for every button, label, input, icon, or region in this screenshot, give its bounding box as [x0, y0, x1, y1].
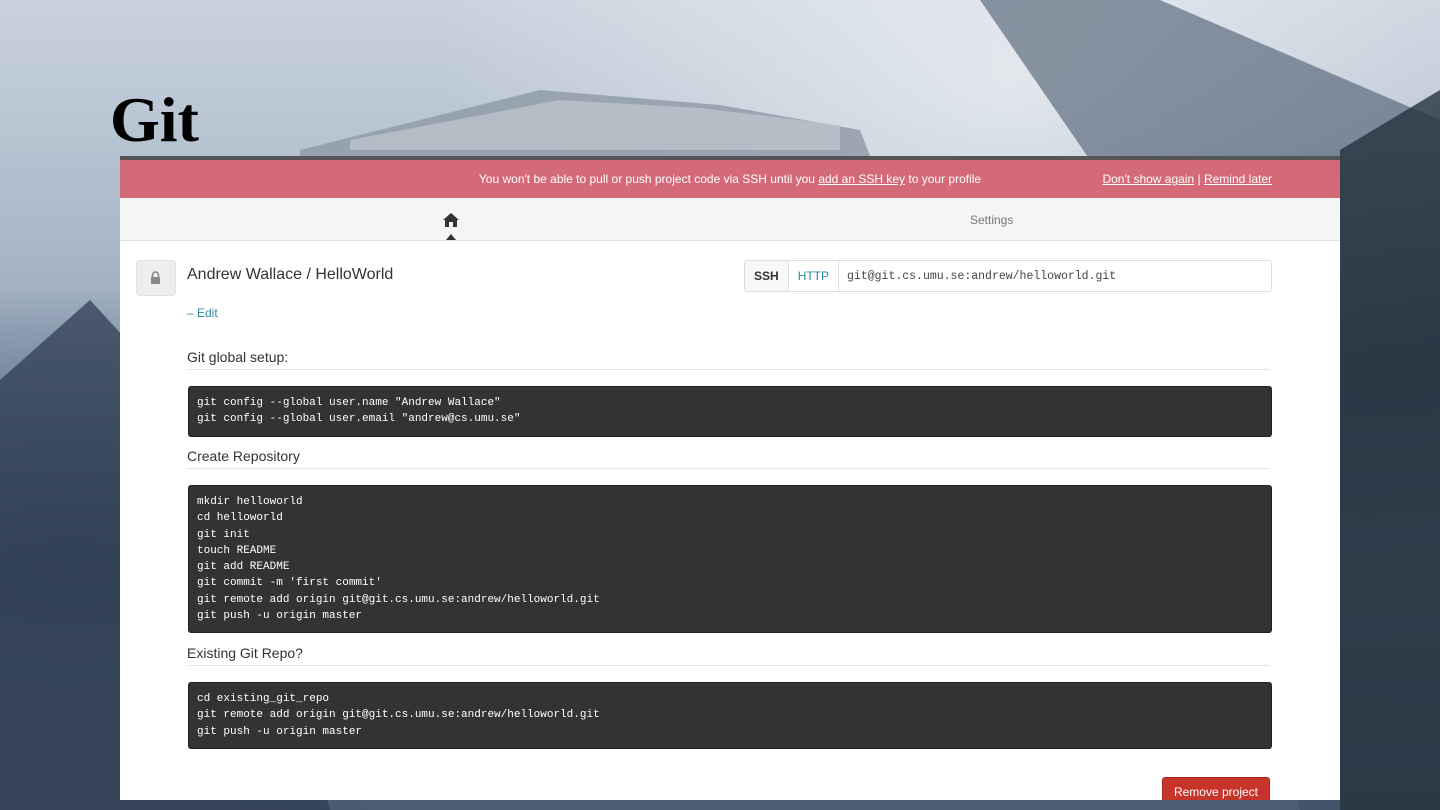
section-heading-existing-repo: Existing Git Repo? [187, 645, 1270, 666]
section-heading-global-setup: Git global setup: [187, 349, 1270, 370]
code-block-existing-repo: cd existing_git_repo git remote add orig… [188, 682, 1272, 749]
slide-title: Git [110, 84, 199, 155]
tab-settings[interactable]: Settings [970, 213, 1013, 227]
alert-text-after: to your profile [908, 172, 982, 186]
clone-url-group: SSH HTTP [744, 260, 1272, 292]
active-tab-caret [446, 234, 456, 240]
remind-later-link[interactable]: Remind later [1204, 172, 1272, 186]
project-navbar: Settings [120, 198, 1340, 241]
project-panel: You won't be able to pull or push projec… [120, 156, 1340, 800]
ssh-key-alert: You won't be able to pull or push projec… [120, 160, 1340, 198]
edit-link[interactable]: – Edit [187, 306, 218, 320]
dont-show-again-link[interactable]: Don't show again [1102, 172, 1194, 186]
home-icon[interactable] [442, 212, 460, 228]
alert-actions: Don't show again | Remind later [1102, 172, 1272, 186]
ssh-toggle-button[interactable]: SSH [745, 261, 789, 291]
http-toggle-button[interactable]: HTTP [789, 261, 840, 291]
alert-separator: | [1197, 172, 1201, 186]
section-heading-create-repository: Create Repository [187, 448, 1270, 469]
add-ssh-key-link[interactable]: add an SSH key [818, 172, 905, 186]
remove-project-button[interactable]: Remove project [1162, 777, 1270, 800]
code-block-global-setup: git config --global user.name "Andrew Wa… [188, 386, 1272, 437]
code-block-create-repository: mkdir helloworld cd helloworld git init … [188, 485, 1272, 633]
alert-text-before: You won't be able to pull or push projec… [478, 172, 815, 186]
lock-icon [151, 271, 160, 284]
project-title: Andrew Wallace / HelloWorld [187, 266, 394, 283]
clone-url-input[interactable] [839, 261, 1271, 291]
private-badge [136, 260, 176, 296]
